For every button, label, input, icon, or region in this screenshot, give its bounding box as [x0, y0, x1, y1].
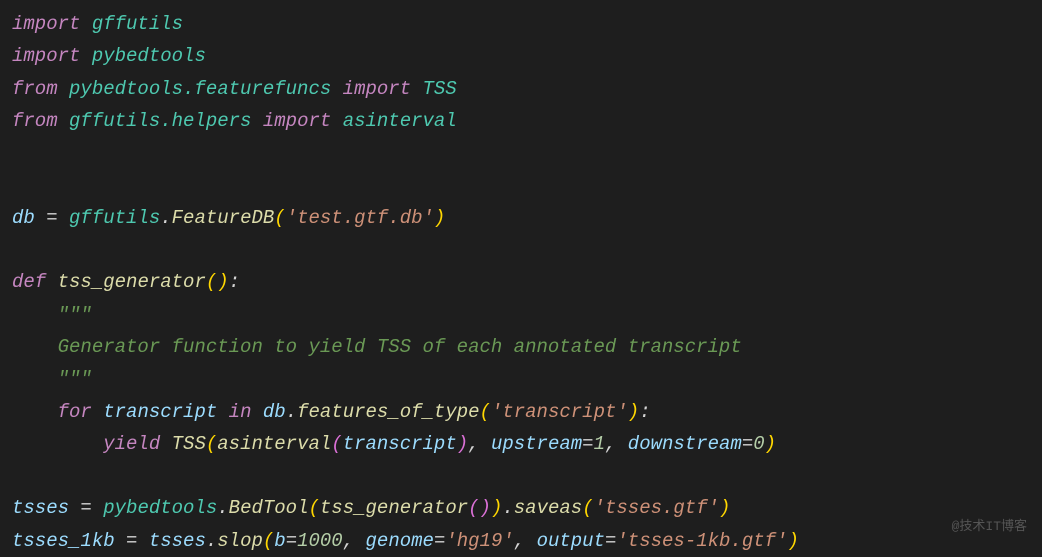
code-line: tsses = pybedtools.BedTool(tss_generator… — [12, 492, 1030, 524]
keyword-yield: yield — [103, 433, 160, 455]
object-ref: tsses — [149, 530, 206, 552]
method-call: saveas — [514, 497, 582, 519]
code-line: from pybedtools.featurefuncs import TSS — [12, 73, 1030, 105]
method-call: slop — [217, 530, 263, 552]
function-call: tss_generator — [320, 497, 468, 519]
module-name: pybedtools — [92, 45, 206, 67]
keyword-from: from — [12, 78, 58, 100]
number-literal: 1 — [594, 433, 605, 455]
code-line: import gffutils — [12, 8, 1030, 40]
function-call: FeatureDB — [172, 207, 275, 229]
blank-line — [12, 137, 1030, 169]
number-literal: 1000 — [297, 530, 343, 552]
function-name: tss_generator — [58, 271, 206, 293]
docstring: """ — [58, 304, 92, 326]
string-literal: 'transcript' — [491, 401, 628, 423]
code-line: tsses_1kb = tsses.slop(b=1000, genome='h… — [12, 525, 1030, 557]
parameter: genome — [366, 530, 434, 552]
code-line: def tss_generator(): — [12, 266, 1030, 298]
blank-line — [12, 234, 1030, 266]
variable: transcript — [103, 401, 217, 423]
keyword-import: import — [343, 78, 411, 100]
function-call: asinterval — [217, 433, 331, 455]
keyword-import: import — [263, 110, 331, 132]
string-literal: 'test.gtf.db' — [286, 207, 434, 229]
string-literal: 'hg19' — [445, 530, 513, 552]
code-line: """ — [12, 363, 1030, 395]
module-ref: pybedtools — [103, 497, 217, 519]
code-line: yield TSS(asinterval(transcript), upstre… — [12, 428, 1030, 460]
number-literal: 0 — [753, 433, 764, 455]
blank-line — [12, 169, 1030, 201]
parameter: b — [274, 530, 285, 552]
code-line: """ — [12, 299, 1030, 331]
keyword-for: for — [58, 401, 92, 423]
variable: tsses_1kb — [12, 530, 115, 552]
function-call: BedTool — [229, 497, 309, 519]
docstring: Generator function to yield TSS of each … — [58, 336, 742, 358]
code-editor[interactable]: import gffutils import pybedtools from p… — [12, 8, 1030, 557]
parameter: upstream — [491, 433, 582, 455]
variable: db — [12, 207, 35, 229]
string-literal: 'tsses.gtf' — [594, 497, 719, 519]
docstring: """ — [58, 368, 92, 390]
module-name: gffutils — [92, 13, 183, 35]
watermark: @技术IT博客 — [952, 516, 1027, 538]
code-line: Generator function to yield TSS of each … — [12, 331, 1030, 363]
module-name: gffutils.helpers — [69, 110, 251, 132]
code-line: from gffutils.helpers import asinterval — [12, 105, 1030, 137]
keyword-from: from — [12, 110, 58, 132]
parameter: output — [537, 530, 605, 552]
variable: tsses — [12, 497, 69, 519]
function-call: TSS — [172, 433, 206, 455]
module-name: pybedtools.featurefuncs — [69, 78, 331, 100]
module-ref: gffutils — [69, 207, 160, 229]
blank-line — [12, 460, 1030, 492]
import-name: TSS — [423, 78, 457, 100]
method-call: features_of_type — [297, 401, 479, 423]
keyword-import: import — [12, 45, 80, 67]
string-literal: 'tsses-1kb.gtf' — [616, 530, 787, 552]
object-ref: db — [263, 401, 286, 423]
code-line: db = gffutils.FeatureDB('test.gtf.db') — [12, 202, 1030, 234]
import-name: asinterval — [343, 110, 457, 132]
parameter: downstream — [628, 433, 742, 455]
keyword-import: import — [12, 13, 80, 35]
keyword-def: def — [12, 271, 46, 293]
code-line: import pybedtools — [12, 40, 1030, 72]
variable: transcript — [343, 433, 457, 455]
keyword-in: in — [229, 401, 252, 423]
code-line: for transcript in db.features_of_type('t… — [12, 396, 1030, 428]
